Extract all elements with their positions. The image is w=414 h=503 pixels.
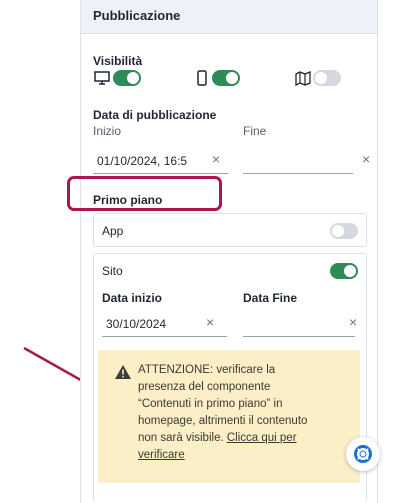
publication-end-input[interactable] bbox=[243, 148, 353, 174]
warning-icon bbox=[114, 364, 132, 380]
mobile-icon bbox=[196, 70, 208, 86]
lifebuoy-icon bbox=[354, 445, 372, 463]
sito-label: Sito bbox=[102, 264, 123, 278]
publication-start-input[interactable]: 01/10/2024, 16:5 bbox=[93, 148, 228, 174]
primo-piano-highlight bbox=[67, 176, 222, 211]
sito-start-value: 30/10/2024 bbox=[106, 317, 167, 331]
app-label: App bbox=[102, 224, 124, 238]
clear-end-icon[interactable]: × bbox=[362, 152, 370, 166]
visibility-label: Visibilità bbox=[93, 54, 143, 68]
map-visibility-toggle[interactable] bbox=[313, 70, 341, 86]
end-date-label: Fine bbox=[243, 124, 267, 138]
sito-primo-piano-toggle[interactable] bbox=[330, 263, 358, 279]
sito-start-label: Data inizio bbox=[102, 291, 163, 305]
help-button[interactable] bbox=[346, 437, 380, 471]
clear-sito-start-icon[interactable]: × bbox=[206, 315, 214, 329]
publication-start-value: 01/10/2024, 16:5 bbox=[97, 154, 188, 168]
app-card: App bbox=[93, 213, 367, 247]
publication-date-label: Data di pubblicazione bbox=[93, 108, 217, 122]
clear-start-icon[interactable]: × bbox=[212, 152, 220, 166]
clear-sito-end-icon[interactable]: × bbox=[349, 315, 357, 329]
visibility-mobile bbox=[196, 70, 240, 86]
desktop-visibility-toggle[interactable] bbox=[113, 70, 141, 86]
warning-box: ATTENZIONE: verificare la presenza del c… bbox=[98, 350, 360, 483]
app-primo-piano-toggle[interactable] bbox=[330, 223, 358, 239]
visibility-desktop bbox=[93, 70, 141, 86]
start-date-label: Inizio bbox=[93, 124, 122, 138]
map-icon bbox=[295, 70, 311, 87]
mobile-visibility-toggle[interactable] bbox=[212, 70, 240, 86]
sito-end-input[interactable] bbox=[243, 311, 355, 337]
warning-message: ATTENZIONE: verificare la presenza del c… bbox=[138, 362, 318, 464]
visibility-map bbox=[295, 70, 341, 87]
desktop-icon bbox=[93, 70, 111, 86]
sito-end-label: Data Fine bbox=[243, 291, 298, 305]
panel-title: Pubblicazione bbox=[81, 0, 377, 34]
